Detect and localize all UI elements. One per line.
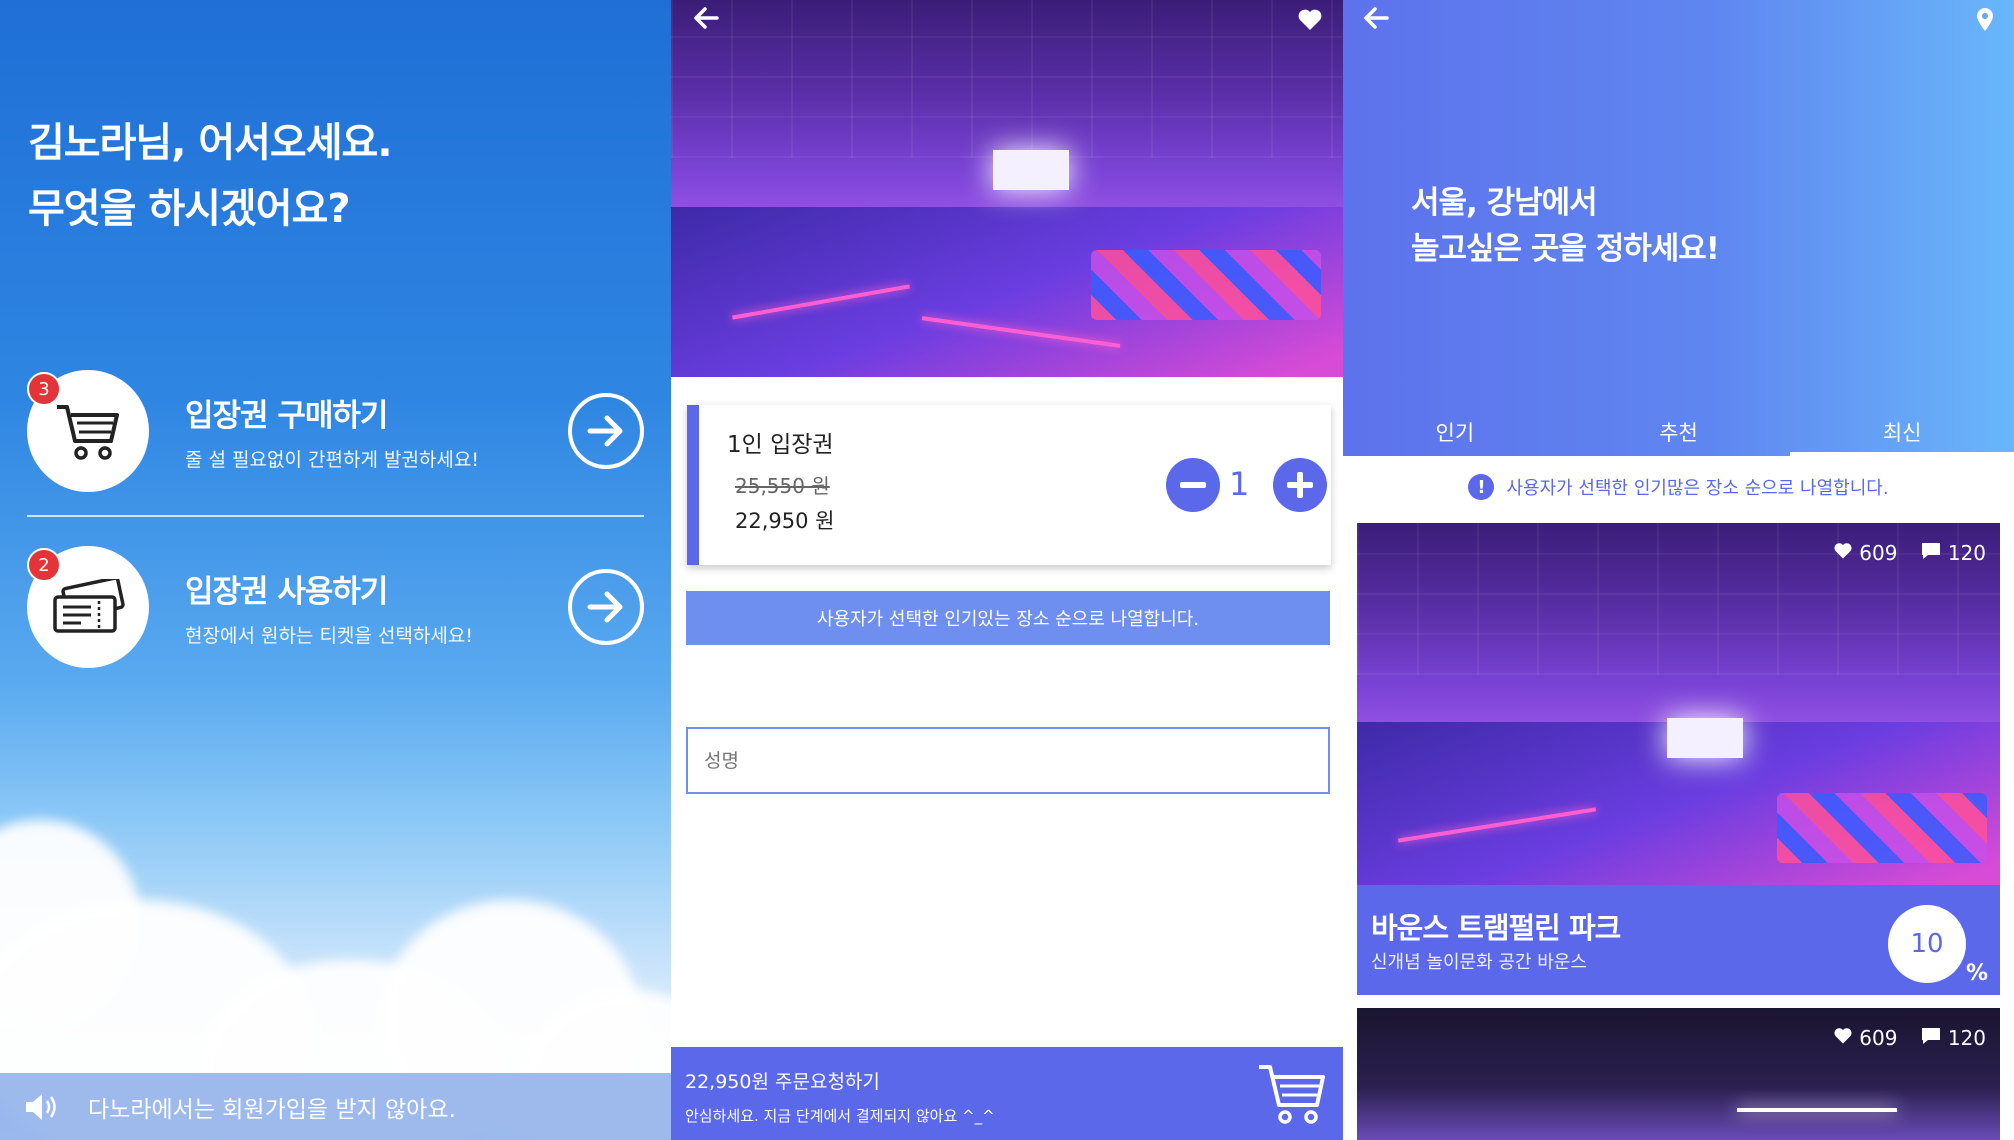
original-price: 25,550 원 [735,474,830,498]
divider [27,515,644,517]
order-sub-text: 안심하세요. 지금 단계에서 결제되지 않아요 ^_^ [685,1107,995,1125]
place-info: 바운스 트램펄린 파크 신개념 놀이문화 공간 바운스 10 % [1357,885,2000,995]
discount-badge: 10 [1888,905,1966,983]
menu-title: 입장권 사용하기 [185,574,388,610]
menu-title: 입장권 구매하기 [185,398,388,434]
header: 서울, 강남에서 놀고싶은 곳을 정하세요! 인기 추천 최신 [1343,0,2014,456]
page-title: 서울, 강남에서 놀고싶은 곳을 정하세요! [1411,180,1720,272]
discount-percent: % [1965,961,1988,986]
arrow-right-icon [587,415,623,447]
ticket-card: 1인 입장권 25,550 원 22,950 원 1 [687,405,1331,565]
use-ticket-row[interactable]: 2 입장권 사용하기 현장에서 원하는 티켓을 선택하세요! [27,545,644,669]
ticket-icon-circle: 2 [27,546,149,668]
order-request-button[interactable]: 22,950원 주문요청하기 안심하세요. 지금 단계에서 결제되지 않아요 ^… [671,1047,1343,1140]
count-badge: 2 [27,548,61,582]
place-photo [1357,523,2000,885]
notice-bar: 다노라에서는 회원가입을 받지 않아요. [0,1073,671,1140]
cart-icon [1259,1065,1325,1124]
tab-bar: 인기 추천 최신 [1343,410,2014,456]
decrease-quantity-button[interactable] [1166,458,1220,512]
heart-icon [1834,543,1852,559]
comments: 120 [1921,541,1986,565]
minus-icon [1180,482,1206,488]
likes-count: 609 [1859,541,1898,565]
place-card[interactable]: 609 120 바운스 트램펄린 파크 신개념 놀이문화 공간 바운스 10 % [1357,523,2000,995]
likes-count: 609 [1859,1026,1898,1050]
cart-icon [57,405,119,460]
back-arrow-icon[interactable] [1363,6,1389,37]
title-line: 서울, 강남에서 [1411,185,1598,221]
buy-ticket-arrow-button[interactable] [568,393,644,469]
title-line: 놀고싶은 곳을 정하세요! [1411,231,1720,267]
use-ticket-arrow-button[interactable] [568,569,644,645]
speaker-icon [26,1093,56,1120]
name-input[interactable] [686,727,1330,794]
info-bar: 사용자가 선택한 인기있는 장소 순으로 나열합니다. [686,591,1330,645]
ticket-name: 1인 입장권 [727,432,834,458]
place-name: 바운스 트램펄린 파크 [1371,911,1621,945]
menu-subtitle: 현장에서 원하는 티켓을 선택하세요! [185,625,473,647]
comments-count: 120 [1947,541,1986,565]
count-badge: 3 [27,372,61,406]
comment-icon [1922,1028,1941,1044]
place-stats: 609 120 [1833,541,1986,565]
ticket-icon [53,579,125,633]
comment-icon [1922,543,1941,559]
increase-quantity-button[interactable] [1273,458,1327,512]
likes: 609 [1833,541,1898,565]
place-list-screen: 서울, 강남에서 놀고싶은 곳을 정하세요! 인기 추천 최신 ! 사용자가 선… [1343,0,2014,1140]
comments: 120 [1921,1026,1986,1050]
plus-icon [1287,472,1313,498]
back-arrow-icon[interactable] [693,6,719,37]
place-card[interactable]: 609 120 [1357,1008,2000,1140]
ticket-order-screen: 1인 입장권 25,550 원 22,950 원 1 사용자가 선택한 인기있는… [671,0,1343,1140]
notice-text: 다노라에서는 회원가입을 받지 않아요. [88,1096,456,1123]
menu-subtitle: 줄 설 필요없이 간편하게 발권하세요! [185,449,479,471]
venue-photo [671,0,1343,377]
order-main-text: 22,950원 주문요청하기 [685,1071,880,1093]
exclamation-icon: ! [1468,474,1495,500]
tab-recommended[interactable]: 추천 [1567,410,1791,456]
greeting-line: 무엇을 하시겠어요? [28,186,351,232]
tab-latest[interactable]: 최신 [1790,410,2014,456]
comments-count: 120 [1947,1026,1986,1050]
likes: 609 [1833,1026,1898,1050]
buy-ticket-row[interactable]: 3 입장권 구매하기 줄 설 필요없이 간편하게 발권하세요! [27,369,644,493]
location-pin-icon[interactable] [1976,8,1994,39]
greeting-line: 김노라님, 어서오세요. [28,120,393,166]
list-notice: ! 사용자가 선택한 인기많은 장소 순으로 나열합니다. [1343,474,2014,500]
tab-popular[interactable]: 인기 [1343,410,1567,456]
heart-icon[interactable] [1297,8,1323,39]
sale-price: 22,950 원 [735,509,835,533]
heart-icon [1834,1028,1852,1044]
arrow-right-icon [587,591,623,623]
place-stats: 609 120 [1833,1026,1986,1050]
home-screen: 김노라님, 어서오세요. 무엇을 하시겠어요? 3 입장권 구매하기 줄 설 필… [0,0,671,1140]
place-description: 신개념 놀이문화 공간 바운스 [1371,952,1587,973]
quantity-value: 1 [1229,465,1250,503]
list-notice-text: 사용자가 선택한 인기많은 장소 순으로 나열합니다. [1506,478,1889,499]
cart-icon-circle: 3 [27,370,149,492]
greeting-heading: 김노라님, 어서오세요. 무엇을 하시겠어요? [28,110,393,242]
